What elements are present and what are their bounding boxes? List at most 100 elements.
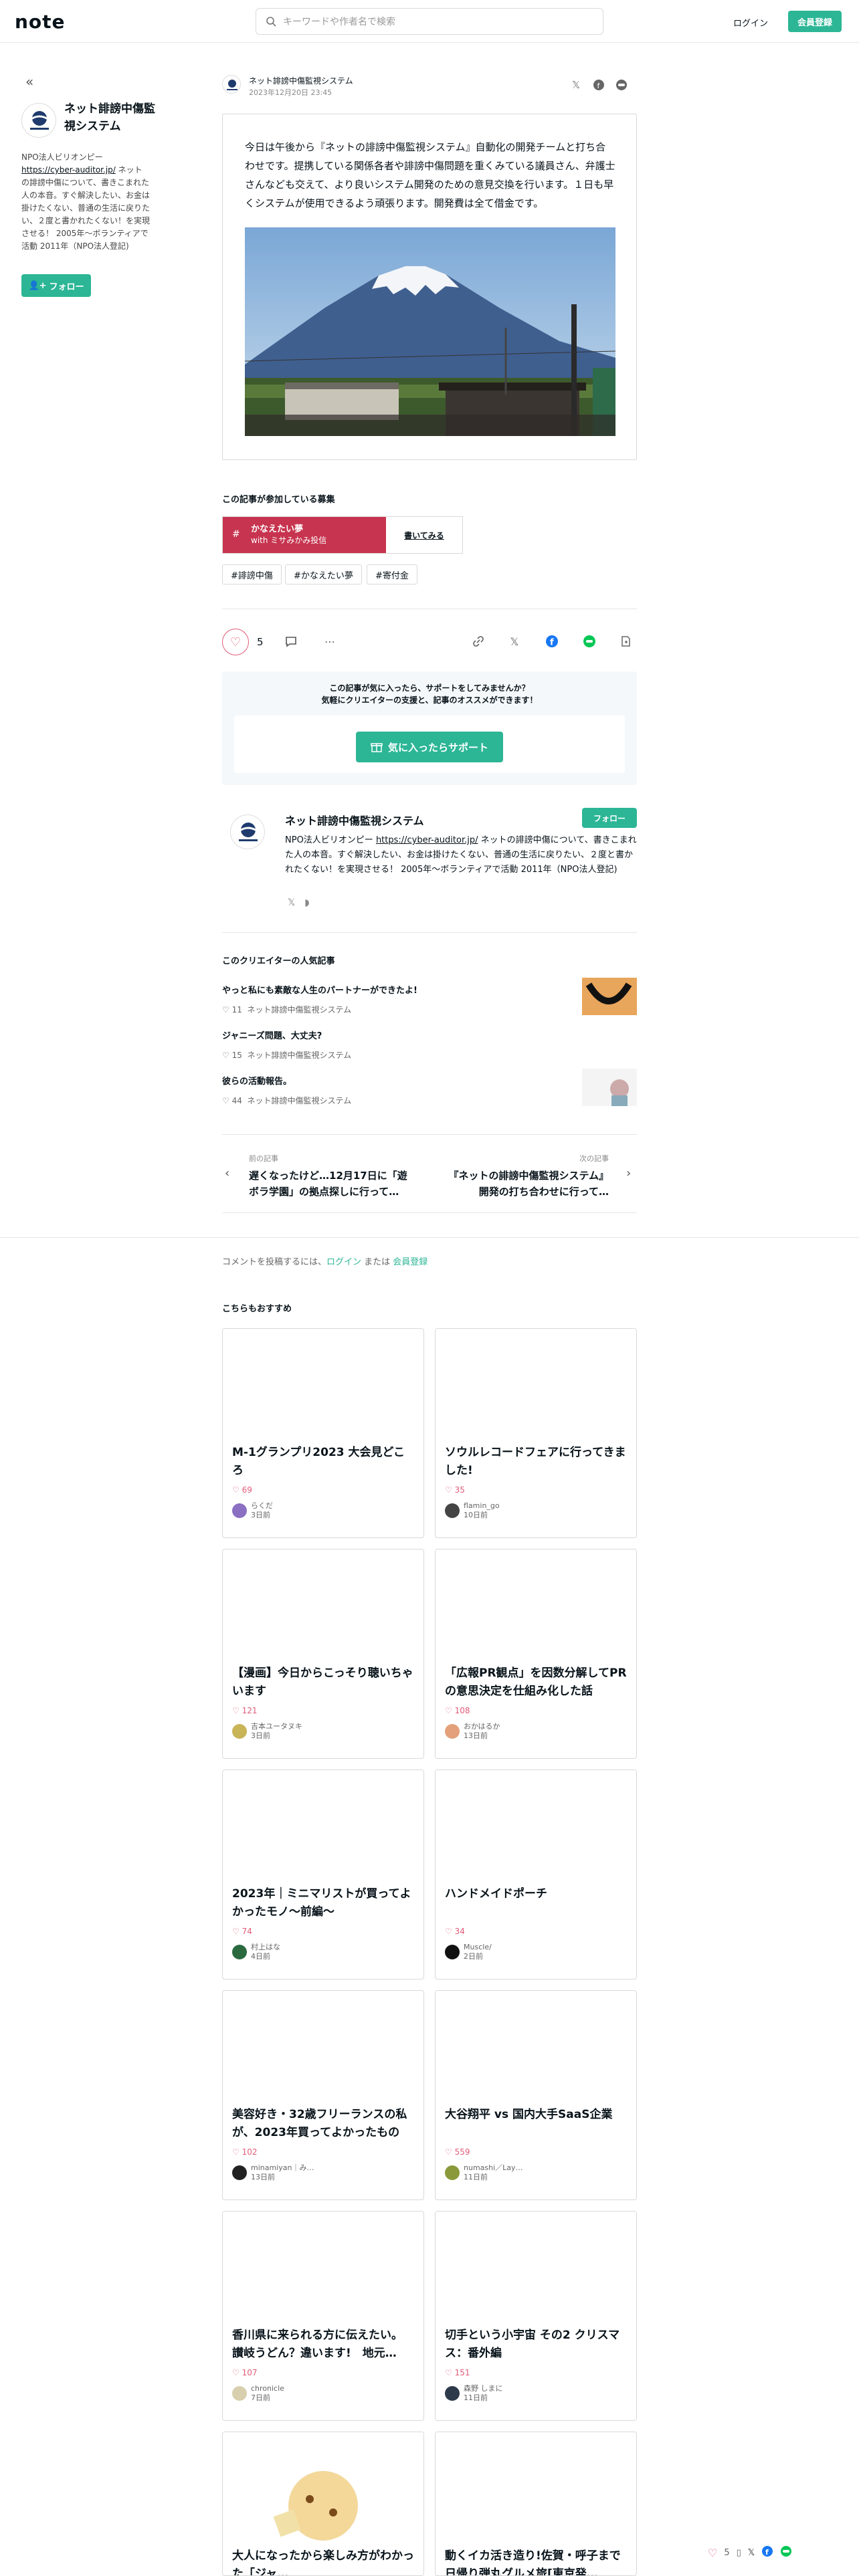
- popular-item-likes: 44: [231, 1096, 242, 1105]
- svg-text:f: f: [550, 638, 554, 648]
- facebook-share-icon[interactable]: f: [591, 78, 606, 92]
- card-time: 13日前: [464, 1731, 488, 1740]
- card-user-name: らくだ: [251, 1501, 273, 1510]
- popular-item-title: 彼らの活動報告。: [222, 1077, 292, 1087]
- card-user-name: 森野 しまに: [464, 2384, 503, 2393]
- recommend-card[interactable]: 「広報PR観点」を因数分解してPRの意思決定を仕組み化した話 ♡ 108 おかはるか…: [435, 1549, 637, 1759]
- divider: [0, 1237, 859, 1238]
- hashtag-chip[interactable]: #誹謗中傷: [222, 564, 282, 584]
- collapse-sidebar-icon[interactable]: «: [25, 74, 33, 90]
- card-thumbnail: [223, 1991, 423, 2106]
- article-date: 2023年12月20日 23:45: [249, 88, 332, 97]
- facebook-share-icon[interactable]: f: [761, 2545, 773, 2560]
- like-button[interactable]: ♡: [222, 629, 249, 655]
- heart-icon[interactable]: ♡: [708, 2547, 717, 2559]
- recommend-card[interactable]: 大谷翔平 vs 国内大手SaaS企業 ♡ 559 numashi／Lay… 11日前: [435, 1990, 637, 2200]
- bio-link[interactable]: https://cyber-auditor.jp/: [21, 165, 116, 175]
- popular-item-title: ジャニーズ問題、大丈夫?: [222, 1031, 322, 1041]
- recommend-card[interactable]: ハンドメイドポーチ ♡ 34 Muscle/2日前: [435, 1769, 637, 1979]
- recommend-card[interactable]: 動くイカ活き造り!佐賀・呼子まで日帰り弾丸グルメ旅[東京発…: [435, 2432, 637, 2576]
- card-thumbnail: [223, 1329, 423, 1444]
- support-button[interactable]: 気に入ったらサポート: [356, 732, 503, 762]
- support-line-1: この記事が気に入ったら、サポートをしてみませんか？: [329, 683, 530, 693]
- line-share-icon[interactable]: [780, 2545, 792, 2560]
- card-time: 10日前: [464, 1511, 488, 1519]
- card-likes: ♡ 69: [232, 1485, 252, 1495]
- comment-prompt: コメントを投稿するには、ログイン または 会員登録: [222, 1255, 427, 1267]
- note-logo[interactable]: note: [15, 11, 66, 33]
- comment-login-link[interactable]: ログイン: [326, 1257, 361, 1267]
- copy-link-icon[interactable]: [470, 633, 487, 650]
- prev-article-link[interactable]: 前の記事 遅くなったけど…12月17日に「遊ボラ学園」の拠点探しに行って…: [249, 1153, 416, 1200]
- support-message: この記事が気に入ったら、サポートをしてみませんか？ 気軽にクリエイターの支援と、…: [222, 682, 637, 706]
- heart-icon: ♡: [229, 635, 242, 649]
- card-thumbnail: [436, 1329, 636, 1444]
- hash-icon: #: [232, 529, 240, 540]
- recommend-card[interactable]: M-1グランプリ2023 大会見どころ ♡ 69 らくだ 3日前: [222, 1328, 424, 1538]
- popular-item-meta: ♡ 44 ネット誹謗中傷監視システム: [222, 1096, 352, 1105]
- chevron-left-icon[interactable]: ‹: [225, 1166, 229, 1180]
- x-share-icon[interactable]: 𝕏: [569, 78, 583, 92]
- next-article-link[interactable]: 次の記事 『ネットの誹謗中傷監視システム』開発の打ち合わせに行って…: [442, 1153, 609, 1200]
- bookmark-add-icon[interactable]: ▯: [737, 2548, 741, 2558]
- x-share-icon[interactable]: 𝕏: [506, 633, 523, 650]
- card-user-name: flamin_go: [464, 1501, 500, 1510]
- comment-signup-link[interactable]: 会員登録: [393, 1257, 427, 1267]
- recommend-card[interactable]: 【漫画】今日からこっそり聴いちゃいます ♡ 121 吉本ユータヌキ 3日前: [222, 1549, 424, 1759]
- card-like-count: 35: [454, 1485, 465, 1495]
- more-options-icon[interactable]: ⋯: [321, 633, 339, 650]
- card-user: 吉本ユータヌキ 3日前: [223, 1715, 423, 1741]
- card-thumbnail: [223, 2432, 423, 2547]
- card-thumbnail: [223, 2212, 423, 2327]
- popular-item[interactable]: 彼らの活動報告。 ♡ 44 ネット誹謗中傷監視システム: [222, 1069, 637, 1111]
- rss-icon[interactable]: ◗: [304, 897, 309, 908]
- chevron-right-icon[interactable]: ›: [626, 1166, 631, 1180]
- facebook-share-icon[interactable]: f: [543, 633, 561, 650]
- recommend-card[interactable]: 香川県に来られる方に伝えたい。 讃岐うどん？違います! 地元… ♡ 107 chro…: [222, 2211, 424, 2421]
- write-contest-link[interactable]: 書いてみる: [386, 517, 462, 553]
- contest-info[interactable]: # かなえたい夢 with ミサみかみ投信: [223, 517, 386, 553]
- recommend-card[interactable]: ソウルレコードフェアに行ってきました! ♡ 35 flamin_go 10日前: [435, 1328, 637, 1538]
- card-thumbnail: [223, 1549, 423, 1665]
- avatar[interactable]: [21, 103, 56, 138]
- popular-item[interactable]: やっと私にも素敵な人生のパートナーができたよ! ♡ 11 ネット誹謗中傷監視シス…: [222, 978, 637, 1021]
- article-author[interactable]: ネット誹謗中傷監視システム: [249, 75, 353, 86]
- prev-title: 遅くなったけど…12月17日に「遊ボラ学園」の拠点探しに行って…: [249, 1170, 407, 1198]
- card-likes: ♡ 102: [232, 2147, 258, 2157]
- article-body: 今日は午後から『ネットの誹謗中傷監視システム』自動化の開発チームと打ち合わせです…: [245, 141, 615, 209]
- login-link[interactable]: ログイン: [733, 16, 768, 29]
- recommend-card[interactable]: 切手という小宇宙 その2 クリスマス：番外編 ♡ 151 森野 しまに 11日前: [435, 2211, 637, 2421]
- contest-banner[interactable]: # かなえたい夢 with ミサみかみ投信 書いてみる: [222, 516, 463, 554]
- signup-button[interactable]: 会員登録: [788, 11, 842, 32]
- creator-avatar[interactable]: [230, 815, 265, 849]
- line-share-icon[interactable]: [614, 78, 629, 92]
- recommend-card[interactable]: 大人になったから楽しみ方がわかった「ジャ…: [222, 2432, 424, 2576]
- author-avatar[interactable]: [222, 75, 241, 94]
- x-icon[interactable]: 𝕏: [288, 897, 295, 908]
- x-share-icon[interactable]: 𝕏: [748, 2548, 755, 2558]
- svg-text:f: f: [765, 2548, 769, 2557]
- bio-link[interactable]: https://cyber-auditor.jp/: [376, 835, 478, 845]
- comment-mid: または: [361, 1257, 393, 1267]
- card-user: 村上はな 4日前: [223, 1936, 423, 1961]
- card-user: numashi／Lay… 11日前: [436, 2157, 636, 2182]
- card-like-count: 74: [242, 1927, 252, 1936]
- hashtag-chip[interactable]: #寄付金: [367, 564, 417, 584]
- recommend-card[interactable]: 美容好き・32歳フリーランスの私が、2023年買ってよかったもの ♡ 102 min…: [222, 1990, 424, 2200]
- search-input[interactable]: キーワードや作者名で検索: [256, 8, 603, 35]
- recommend-card[interactable]: 2023年｜ミニマリストが買ってよかったモノ〜前編〜 ♡ 74 村上はな 4日前: [222, 1769, 424, 1979]
- card-like-count: 108: [454, 1706, 470, 1715]
- follow-button[interactable]: 👤+ フォロー: [21, 274, 91, 297]
- hashtag-chip[interactable]: #かなえたい夢: [285, 564, 362, 584]
- follow-button[interactable]: フォロー: [582, 808, 637, 828]
- user-avatar: [232, 1724, 247, 1739]
- creator-name[interactable]: ネット誹謗中傷監視システム: [64, 100, 165, 135]
- card-title: 切手という小宇宙 その2 クリスマス：番外編: [445, 2329, 620, 2360]
- comment-icon[interactable]: [282, 633, 300, 650]
- bookmark-add-icon[interactable]: [617, 633, 634, 650]
- line-share-icon[interactable]: [581, 633, 598, 650]
- creator-name[interactable]: ネット誹謗中傷監視システム: [285, 812, 424, 828]
- card-thumbnail: [436, 1991, 636, 2106]
- popular-item-author: ネット誹謗中傷監視システム: [247, 1005, 352, 1014]
- popular-item[interactable]: ジャニーズ問題、大丈夫? ♡ 15 ネット誹謗中傷監視システム: [222, 1029, 637, 1066]
